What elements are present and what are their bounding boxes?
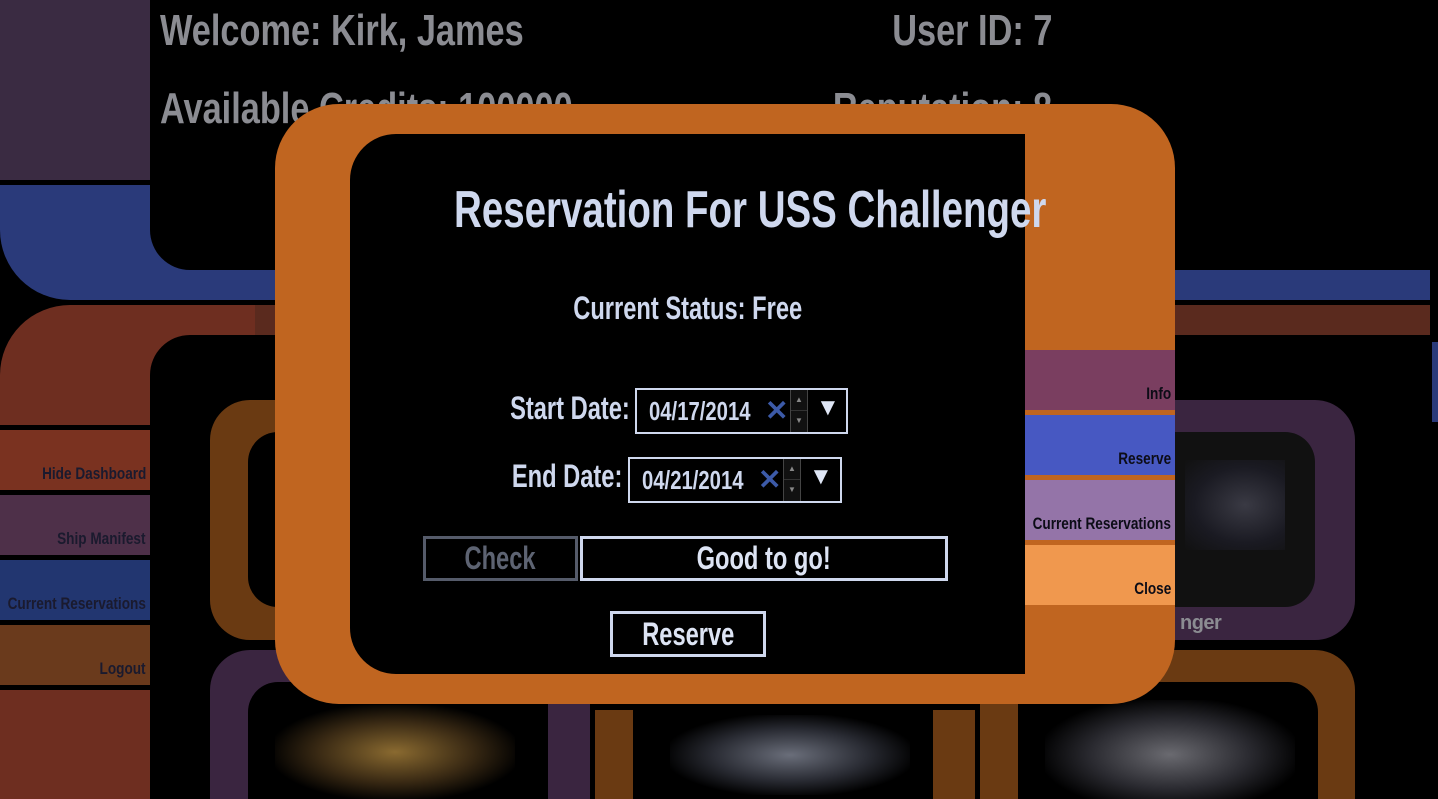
user-id-text: User ID: 7 [891, 6, 1052, 55]
start-date-value[interactable]: 04/17/2014 [649, 396, 751, 427]
spinner-control[interactable]: ▲ ▼ [790, 390, 808, 432]
bg-ship-image-2 [670, 715, 910, 795]
spinner-up-icon[interactable]: ▲ [784, 459, 800, 480]
bg-top-left-block [0, 0, 150, 180]
clear-icon[interactable]: ✕ [758, 465, 781, 495]
sidebar-item-logout[interactable]: Logout [0, 625, 150, 685]
panel-menu-info[interactable]: Info [1025, 350, 1175, 410]
start-date-picker[interactable]: 04/17/2014 ✕ ▲ ▼ ▼ [635, 388, 848, 434]
panel-menu-current-reservations[interactable]: Current Reservations [1025, 480, 1175, 540]
spinner-up-icon[interactable]: ▲ [791, 390, 807, 411]
check-button[interactable]: Check [423, 536, 578, 581]
welcome-text: Welcome: Kirk, James [160, 6, 524, 55]
sidebar-item-label: Ship Manifest [57, 529, 146, 548]
reserve-button[interactable]: Reserve [610, 611, 766, 657]
panel-menu-close[interactable]: Close [1025, 545, 1175, 605]
modal-title: Reservation For USS Challenger [454, 181, 1047, 239]
spinner-down-icon[interactable]: ▼ [791, 411, 807, 431]
sidebar-item-hide-dashboard[interactable]: Hide Dashboard [0, 430, 150, 490]
bg-ship-image-1 [275, 705, 515, 799]
start-date-label: Start Date: [510, 390, 630, 426]
bg-ship-label: nger [1180, 612, 1222, 634]
end-date-picker[interactable]: 04/21/2014 ✕ ▲ ▼ ▼ [628, 457, 842, 503]
panel-menu-label: Reserve [1118, 449, 1171, 468]
sidebar-item-label: Current Reservations [7, 594, 146, 613]
sidebar-item-current-reservations[interactable]: Current Reservations [0, 560, 150, 620]
end-date-value[interactable]: 04/21/2014 [642, 465, 744, 496]
dropdown-arrow-icon[interactable]: ▼ [816, 394, 840, 422]
panel-menu-reserve[interactable]: Reserve [1025, 415, 1175, 475]
bg-ship-image-3 [1045, 700, 1295, 799]
sidebar-item-label: Hide Dashboard [41, 464, 146, 483]
bg-ship-image-right [1185, 460, 1285, 550]
dropdown-arrow-icon[interactable]: ▼ [809, 463, 833, 491]
sidebar-item-ship-manifest[interactable]: Ship Manifest [0, 495, 150, 555]
bg-scroll-indicator [1432, 342, 1438, 422]
status-text: Current Status: Free [573, 290, 802, 326]
panel-menu-label: Info [1146, 384, 1171, 403]
bg-top-left-elbow [0, 185, 150, 300]
availability-result: Good to go! [580, 536, 948, 581]
spinner-down-icon[interactable]: ▼ [784, 480, 800, 500]
sidebar-item-label: Logout [99, 659, 146, 678]
bg-left-bottom-block [0, 690, 150, 799]
end-date-label: End Date: [511, 458, 622, 494]
clear-icon[interactable]: ✕ [765, 396, 788, 426]
spinner-control[interactable]: ▲ ▼ [783, 459, 801, 501]
panel-menu-label: Close [1133, 579, 1171, 598]
panel-menu-label: Current Reservations [1032, 514, 1171, 533]
